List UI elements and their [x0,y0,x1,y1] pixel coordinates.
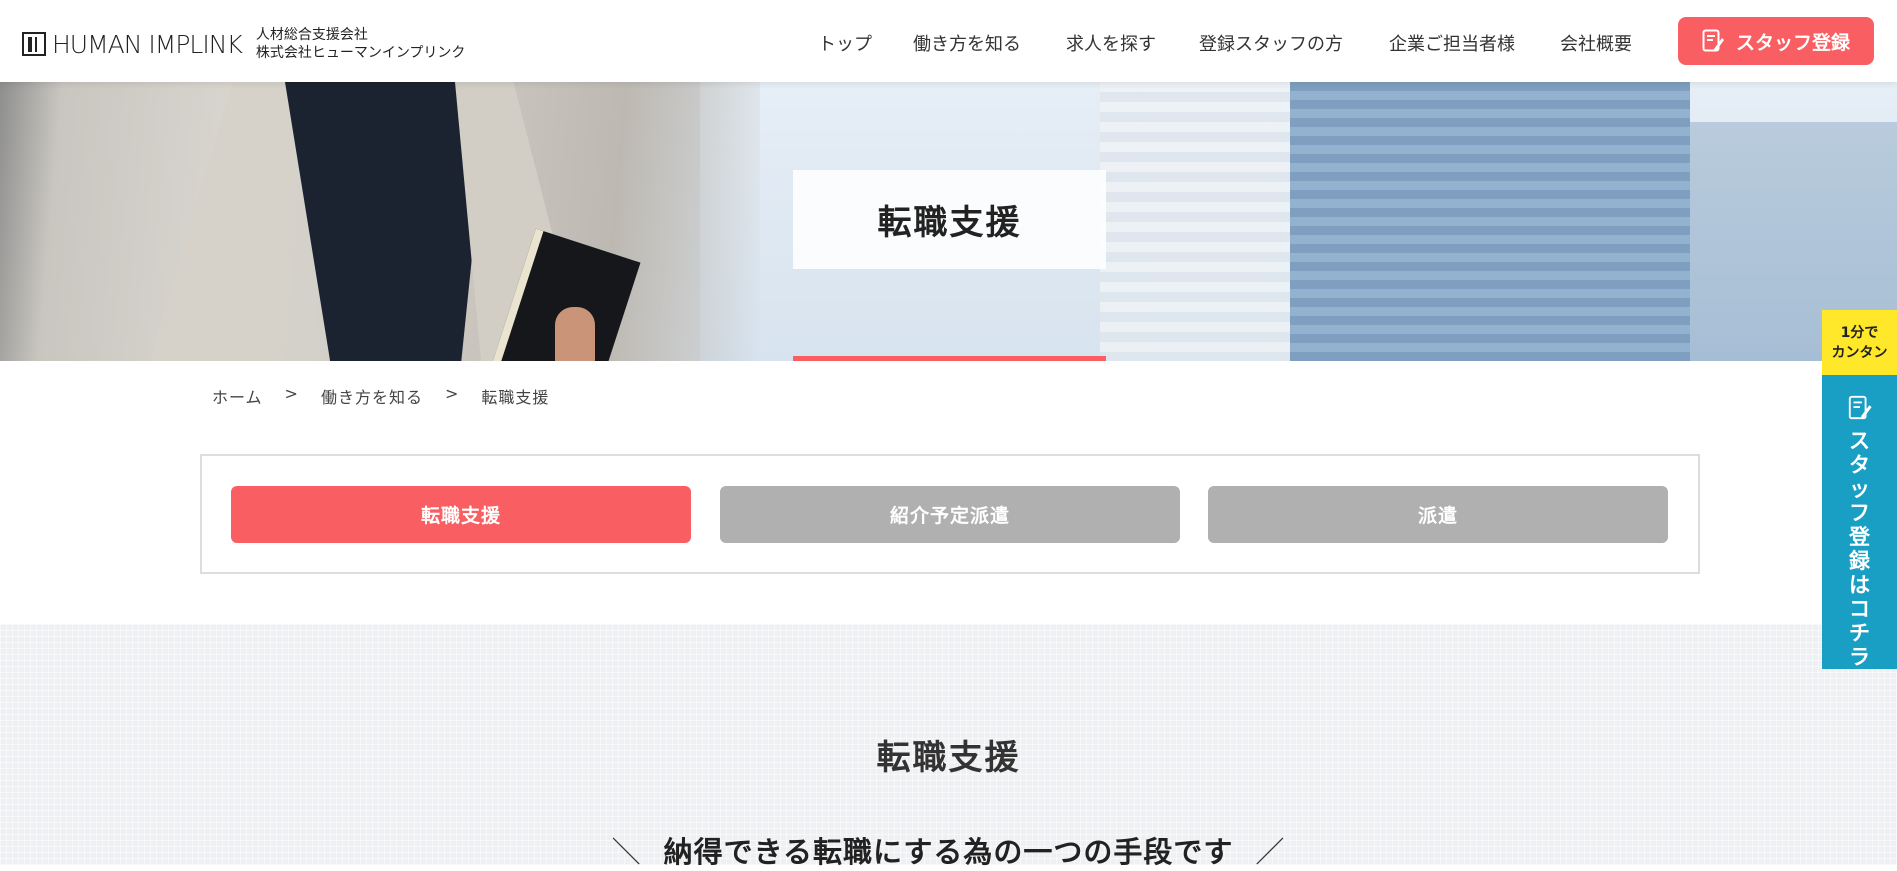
side-cta-char: 登 [1849,525,1870,549]
side-cta-badge: 1分で カンタン [1822,310,1897,384]
logo-sub-line2: 株式会社ヒューマンインプリンク [255,45,466,61]
side-cta-char: 録 [1849,549,1870,573]
logo-mark-icon [22,32,46,56]
hero-building-2 [1290,82,1690,361]
category-tabs: 転職支援 紹介予定派遣 派遣 [200,454,1700,574]
side-cta-char: フ [1849,501,1870,525]
side-cta-char: ラ [1849,645,1870,669]
breadcrumb-workstyle[interactable]: 働き方を知る [321,384,423,408]
side-cta-badge-line1: 1分で [1840,324,1879,341]
staff-register-button[interactable]: スタッフ登録 [1678,17,1874,65]
tab-dispatch[interactable]: 派遣 [1208,486,1668,543]
side-cta-badge-line2: カンタン [1831,344,1888,361]
breadcrumb-current: 転職支援 [481,388,550,407]
slash-right: ／ [1255,835,1286,869]
side-cta-char: ス [1849,429,1870,453]
hero-title-box: 転職支援 [793,170,1106,269]
side-cta-char: ッ [1849,477,1870,501]
side-cta-char: は [1849,573,1870,597]
nav-item-staff[interactable]: 登録スタッフの方 [1199,30,1343,56]
tab-career-change[interactable]: 転職支援 [231,486,691,543]
company-logo[interactable]: HUMAN IMPLINK 人材総合支援会社 株式会社ヒューマンインプリンク [22,26,465,62]
breadcrumb-separator: > [284,384,299,403]
hero-building-1 [1100,82,1290,361]
side-cta-char: コ [1849,597,1870,621]
nav-item-workstyle[interactable]: 働き方を知る [913,30,1021,56]
logo-sub-line1: 人材総合支援会社 [255,27,368,43]
breadcrumb-home[interactable]: ホーム [212,384,263,408]
side-cta-body: スタッフ登録はコチラ [1822,375,1897,669]
side-cta-char: タ [1849,453,1870,477]
memo-icon [1702,29,1724,52]
breadcrumb-separator: > [444,384,460,403]
side-cta-char: チ [1849,621,1870,645]
logo-brand-text: HUMAN IMPLINK [52,29,243,59]
nav-item-jobs[interactable]: 求人を探す [1066,30,1156,56]
page-title: 転職支援 [877,203,1022,243]
staff-register-label: スタッフ登録 [1735,31,1850,54]
hero-hand [555,307,595,361]
side-cta-label: スタッフ登録はコチラ [1849,429,1870,669]
tab-temp-to-perm[interactable]: 紹介予定派遣 [720,486,1180,543]
nav-item-top[interactable]: トップ [818,30,872,56]
memo-icon [1848,395,1872,420]
breadcrumb: ホーム > 働き方を知る > 転職支援 [212,384,549,408]
nav-item-companies[interactable]: 企業ご担当者様 [1389,30,1515,56]
hero-title-underline [793,356,1106,361]
side-register-cta[interactable]: 1分で カンタン スタッフ登録はコチラ [1822,310,1897,669]
logo-subtitle: 人材総合支援会社 株式会社ヒューマンインプリンク [256,26,466,62]
site-header: HUMAN IMPLINK 人材総合支援会社 株式会社ヒューマンインプリンク ト… [0,0,1897,82]
slash-left: ＼ [611,835,642,869]
intro-section: 転職支援 ＼ 納得できる転職にする為の一つの手段です ／ [0,624,1897,869]
section-subtitle-text: 納得できる転職にする為の一つの手段です [663,835,1234,869]
section-title: 転職支援 [876,738,1021,778]
nav-item-about[interactable]: 会社概要 [1560,30,1632,56]
